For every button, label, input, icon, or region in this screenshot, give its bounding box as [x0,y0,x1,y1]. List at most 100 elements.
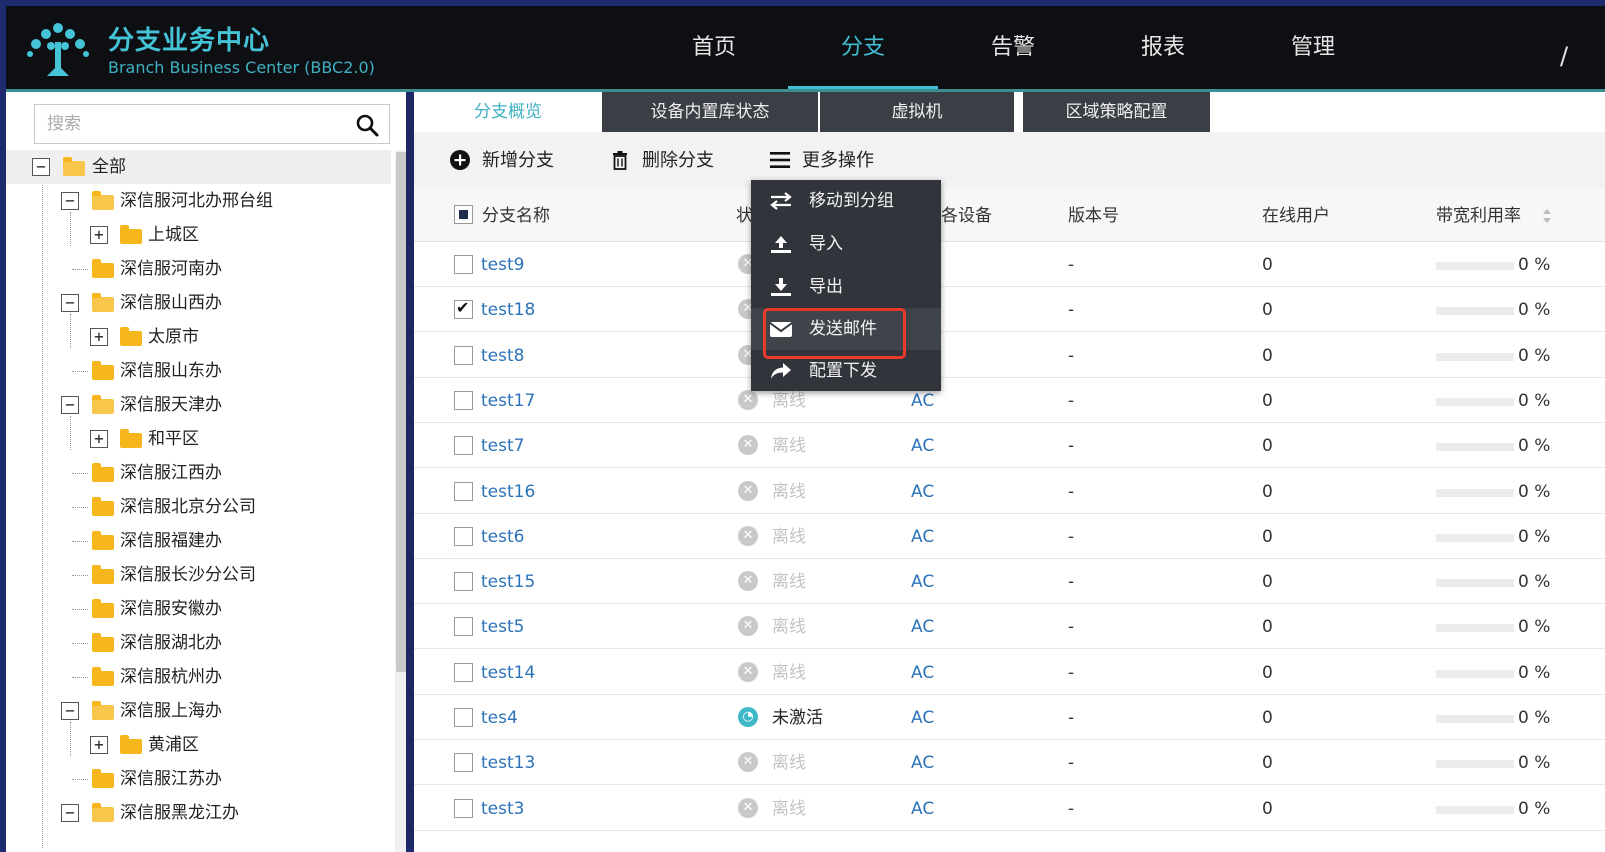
col-bandwidth[interactable]: 带宽利用率 [1436,188,1521,242]
clock-icon: ◔ [738,707,758,727]
branch-name-link[interactable]: test7 [481,423,524,468]
tree-node-group[interactable]: 深信服福建办 [6,524,391,558]
tree-node-label: 深信服河南办 [120,259,222,279]
tree-search-input[interactable] [35,105,335,143]
row-checkbox[interactable] [454,526,473,546]
collapse-toggle[interactable]: − [61,702,79,720]
tree-guide [72,575,88,576]
branch-name-link[interactable]: test3 [481,786,524,831]
tree-node-group[interactable]: − 深信服上海办 [6,694,391,728]
tree-node-group[interactable]: − 深信服河北办邢台组 [6,184,391,218]
expand-toggle[interactable]: + [90,226,108,244]
delete-branch-button[interactable]: 删除分支 [610,132,714,188]
nav-manage[interactable]: 管理 [1238,6,1388,90]
tree-node-group[interactable]: 深信服杭州办 [6,660,391,694]
tree-node-group[interactable]: 深信服安徽办 [6,592,391,626]
tree-scrollbar-thumb[interactable] [396,152,406,672]
tree-node-group[interactable]: − 深信服黑龙江办 [6,796,391,830]
row-checkbox[interactable] [454,481,473,501]
nav-reports[interactable]: 报表 [1088,6,1238,90]
branch-name-link[interactable]: test5 [481,604,524,649]
tree-node-group[interactable]: 深信服江苏办 [6,762,391,796]
menu-item-export[interactable]: 导出 [751,266,941,308]
row-checkbox[interactable] [454,708,473,727]
table-row[interactable]: test14 ✕ 离线 AC - 0 0 % [414,650,1605,695]
row-checkbox[interactable] [454,345,473,365]
nav-branch[interactable]: 分支 [788,6,938,90]
tree-node-group[interactable]: 深信服长沙分公司 [6,558,391,592]
row-checkbox[interactable] [454,298,473,320]
table-row[interactable]: tes4 ◔ 未激活 AC - 0 0 % [414,695,1605,740]
tree-node-group[interactable]: − 深信服天津办 [6,388,391,422]
table-row[interactable]: test8 ✕ -0 0 % [414,333,1605,378]
expand-toggle[interactable]: + [90,430,108,448]
expand-toggle[interactable]: + [90,736,108,754]
tab-region-policy[interactable]: 区域策略配置 [1023,92,1210,132]
tree-node-group[interactable]: 深信服河南办 [6,252,391,286]
table-row[interactable]: test7 ✕ 离线 AC - 0 0 % [414,423,1605,469]
trash-icon [613,151,627,170]
tree-node-group[interactable]: 深信服山东办 [6,354,391,388]
branch-name-link[interactable]: test14 [481,650,535,695]
device-type: AC [911,526,935,547]
tree-node-group[interactable]: + 黄浦区 [6,728,391,762]
collapse-toggle[interactable]: − [61,294,79,312]
tab-branch-overview[interactable]: 分支概览 [414,92,602,132]
search-icon[interactable] [355,113,379,137]
branch-name-link[interactable]: test16 [481,469,535,514]
row-checkbox[interactable] [454,572,473,592]
branch-name-link[interactable]: test18 [481,287,535,332]
tree-node-group[interactable]: − 深信服山西办 [6,286,391,320]
online-users-text: 0 [1262,436,1273,457]
bandwidth-text: 0 % [1518,662,1551,683]
tree-node-all[interactable]: − 全部 [6,150,391,184]
table-row[interactable]: test3 ✕ 离线 AC - 0 0 % [414,786,1605,831]
offline-icon: ✕ [738,525,758,546]
branch-name-link[interactable]: test9 [481,242,524,287]
row-checkbox[interactable] [454,255,473,274]
select-all-checkbox[interactable] [454,205,473,224]
tab-virtual-machine[interactable]: 虚拟机 [820,92,1014,132]
add-branch-button[interactable]: 新增分支 [450,132,554,188]
sort-icon[interactable] [1542,208,1552,224]
collapse-toggle[interactable]: − [61,804,79,822]
branch-name-link[interactable]: test6 [481,514,524,559]
branch-name-link[interactable]: tes4 [481,695,518,740]
table-row[interactable]: test16 ✕ 离线 AC - 0 0 % [414,469,1605,514]
table-row[interactable]: test15 ✕ 离线 AC - 0 0 % [414,559,1605,605]
online-users-text: 0 [1262,481,1273,502]
table-row[interactable]: test18✕-00 % [414,287,1605,333]
tree-node-group[interactable]: 深信服湖北办 [6,626,391,660]
expand-toggle[interactable]: + [90,328,108,346]
branch-name-link[interactable]: test8 [481,333,524,378]
collapse-toggle[interactable]: − [61,396,79,414]
row-checkbox[interactable] [454,617,473,637]
nav-home[interactable]: 首页 [639,6,789,90]
table-row[interactable]: test9 ✕ -0 0 % [414,242,1605,287]
row-checkbox[interactable] [454,390,473,410]
row-checkbox[interactable] [454,798,473,818]
table-row[interactable]: test5 ✕ 离线 AC - 0 0 % [414,604,1605,650]
tree-node-group[interactable]: + 太原市 [6,320,391,354]
table-row[interactable]: test13 ✕ 离线 AC - 0 0 % [414,740,1605,786]
tree-node-group[interactable]: + 上城区 [6,218,391,252]
nav-alerts[interactable]: 告警 [938,6,1088,90]
branch-name-link[interactable]: test17 [481,378,535,423]
branch-name-link[interactable]: test13 [481,740,535,785]
menu-item-move-to-group[interactable]: 移动到分组 [751,180,941,222]
menu-item-import[interactable]: 导入 [751,223,941,265]
tree-node-group[interactable]: 深信服江西办 [6,456,391,490]
tree-node-group[interactable]: 深信服北京分公司 [6,490,391,524]
toolbar: 新增分支 删除分支 更多操作 [414,132,1605,188]
row-checkbox[interactable] [454,662,473,682]
collapse-toggle[interactable]: − [32,158,50,176]
row-checkbox[interactable] [454,753,473,773]
status-text: 离线 [772,481,806,502]
row-checkbox[interactable] [454,436,473,456]
table-row[interactable]: test17 ✕ 离线 AC -0 0 % [414,378,1605,423]
branch-name-link[interactable]: test15 [481,559,535,604]
tab-builtin-lib-status[interactable]: 设备内置库状态 [602,92,818,132]
table-row[interactable]: test6 ✕ 离线 AC - 0 0 % [414,514,1605,559]
collapse-toggle[interactable]: − [61,192,79,210]
tree-node-group[interactable]: + 和平区 [6,422,391,456]
